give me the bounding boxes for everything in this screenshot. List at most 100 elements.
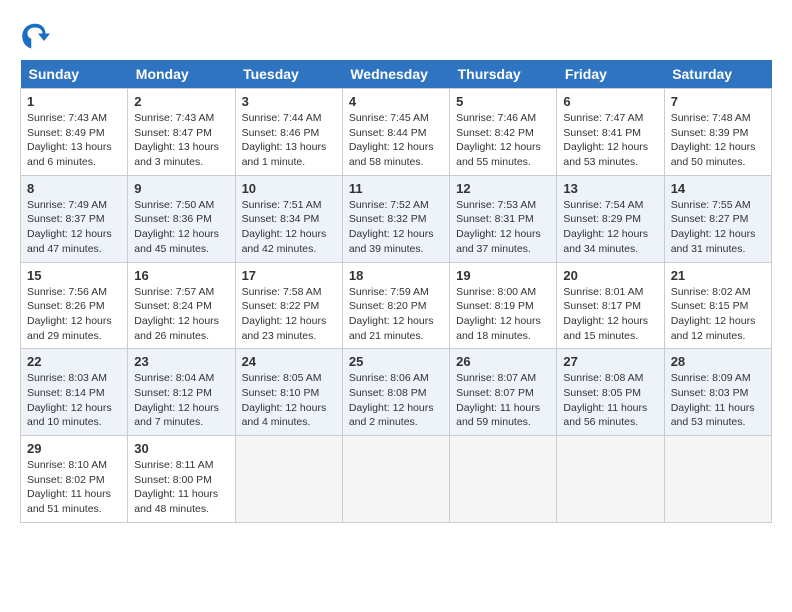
day-number: 29 bbox=[27, 441, 121, 456]
calendar-cell: 8 Sunrise: 7:49 AMSunset: 8:37 PMDaylight… bbox=[21, 175, 128, 262]
calendar-cell: 11 Sunrise: 7:52 AMSunset: 8:32 PMDayligh… bbox=[342, 175, 449, 262]
calendar-cell: 7Sunrise: 7:48 AMSunset: 8:39 PMDaylight… bbox=[664, 89, 771, 176]
day-number: 21 bbox=[671, 268, 765, 283]
calendar-cell: 6Sunrise: 7:47 AMSunset: 8:41 PMDaylight… bbox=[557, 89, 664, 176]
day-info: Sunrise: 7:53 AMSunset: 8:31 PMDaylight:… bbox=[456, 198, 550, 257]
calendar-cell: 28 Sunrise: 8:09 AMSunset: 8:03 PMDayligh… bbox=[664, 349, 771, 436]
day-number: 20 bbox=[563, 268, 657, 283]
header-thursday: Thursday bbox=[450, 60, 557, 89]
day-info: Sunrise: 7:46 AMSunset: 8:42 PMDaylight:… bbox=[456, 111, 550, 170]
day-info: Sunrise: 8:01 AMSunset: 8:17 PMDaylight:… bbox=[563, 285, 657, 344]
day-info: Sunrise: 8:03 AMSunset: 8:14 PMDaylight:… bbox=[27, 371, 121, 430]
calendar-cell bbox=[235, 436, 342, 523]
calendar-week-3: 15 Sunrise: 7:56 AMSunset: 8:26 PMDayligh… bbox=[21, 262, 772, 349]
day-number: 12 bbox=[456, 181, 550, 196]
calendar-cell bbox=[450, 436, 557, 523]
day-number: 19 bbox=[456, 268, 550, 283]
day-number: 9 bbox=[134, 181, 228, 196]
calendar-cell bbox=[664, 436, 771, 523]
day-info: Sunrise: 7:49 AMSunset: 8:37 PMDaylight:… bbox=[27, 198, 121, 257]
day-info: Sunrise: 8:06 AMSunset: 8:08 PMDaylight:… bbox=[349, 371, 443, 430]
day-number: 15 bbox=[27, 268, 121, 283]
calendar-table: SundayMondayTuesdayWednesdayThursdayFrid… bbox=[20, 60, 772, 523]
day-number: 10 bbox=[242, 181, 336, 196]
day-info: Sunrise: 7:44 AMSunset: 8:46 PMDaylight:… bbox=[242, 111, 336, 170]
calendar-cell: 4 Sunrise: 7:45 AMSunset: 8:44 PMDaylight… bbox=[342, 89, 449, 176]
header-monday: Monday bbox=[128, 60, 235, 89]
day-info: Sunrise: 8:05 AMSunset: 8:10 PMDaylight:… bbox=[242, 371, 336, 430]
header-saturday: Saturday bbox=[664, 60, 771, 89]
day-info: Sunrise: 7:56 AMSunset: 8:26 PMDaylight:… bbox=[27, 285, 121, 344]
calendar-cell: 18 Sunrise: 7:59 AMSunset: 8:20 PMDayligh… bbox=[342, 262, 449, 349]
calendar-cell: 9 Sunrise: 7:50 AMSunset: 8:36 PMDaylight… bbox=[128, 175, 235, 262]
day-number: 24 bbox=[242, 354, 336, 369]
day-number: 6 bbox=[563, 94, 657, 109]
day-number: 14 bbox=[671, 181, 765, 196]
calendar-cell: 15 Sunrise: 7:56 AMSunset: 8:26 PMDayligh… bbox=[21, 262, 128, 349]
day-info: Sunrise: 8:00 AMSunset: 8:19 PMDaylight:… bbox=[456, 285, 550, 344]
day-info: Sunrise: 7:43 AMSunset: 8:49 PMDaylight:… bbox=[27, 111, 121, 170]
day-info: Sunrise: 7:51 AMSunset: 8:34 PMDaylight:… bbox=[242, 198, 336, 257]
logo-icon bbox=[20, 20, 50, 50]
day-info: Sunrise: 7:59 AMSunset: 8:20 PMDaylight:… bbox=[349, 285, 443, 344]
day-number: 1 bbox=[27, 94, 121, 109]
calendar-cell bbox=[557, 436, 664, 523]
calendar-cell: 17 Sunrise: 7:58 AMSunset: 8:22 PMDayligh… bbox=[235, 262, 342, 349]
day-info: Sunrise: 7:52 AMSunset: 8:32 PMDaylight:… bbox=[349, 198, 443, 257]
calendar-week-2: 8 Sunrise: 7:49 AMSunset: 8:37 PMDaylight… bbox=[21, 175, 772, 262]
day-info: Sunrise: 7:57 AMSunset: 8:24 PMDaylight:… bbox=[134, 285, 228, 344]
day-number: 13 bbox=[563, 181, 657, 196]
calendar-cell: 25 Sunrise: 8:06 AMSunset: 8:08 PMDayligh… bbox=[342, 349, 449, 436]
day-number: 17 bbox=[242, 268, 336, 283]
calendar-cell: 13 Sunrise: 7:54 AMSunset: 8:29 PMDayligh… bbox=[557, 175, 664, 262]
day-number: 2 bbox=[134, 94, 228, 109]
calendar-cell: 1 Sunrise: 7:43 AMSunset: 8:49 PMDaylight… bbox=[21, 89, 128, 176]
day-number: 30 bbox=[134, 441, 228, 456]
calendar-week-5: 29 Sunrise: 8:10 AMSunset: 8:02 PMDayligh… bbox=[21, 436, 772, 523]
calendar-cell: 27 Sunrise: 8:08 AMSunset: 8:05 PMDayligh… bbox=[557, 349, 664, 436]
day-info: Sunrise: 7:54 AMSunset: 8:29 PMDaylight:… bbox=[563, 198, 657, 257]
day-number: 7 bbox=[671, 94, 765, 109]
calendar-cell: 10 Sunrise: 7:51 AMSunset: 8:34 PMDayligh… bbox=[235, 175, 342, 262]
day-info: Sunrise: 8:07 AMSunset: 8:07 PMDaylight:… bbox=[456, 371, 550, 430]
calendar-cell: 20 Sunrise: 8:01 AMSunset: 8:17 PMDayligh… bbox=[557, 262, 664, 349]
day-info: Sunrise: 8:08 AMSunset: 8:05 PMDaylight:… bbox=[563, 371, 657, 430]
header-friday: Friday bbox=[557, 60, 664, 89]
day-number: 25 bbox=[349, 354, 443, 369]
day-number: 28 bbox=[671, 354, 765, 369]
day-number: 27 bbox=[563, 354, 657, 369]
calendar-cell: 12 Sunrise: 7:53 AMSunset: 8:31 PMDayligh… bbox=[450, 175, 557, 262]
day-info: Sunrise: 7:55 AMSunset: 8:27 PMDaylight:… bbox=[671, 198, 765, 257]
header-wednesday: Wednesday bbox=[342, 60, 449, 89]
calendar-cell bbox=[342, 436, 449, 523]
day-number: 4 bbox=[349, 94, 443, 109]
calendar-cell: 26Sunrise: 8:07 AMSunset: 8:07 PMDayligh… bbox=[450, 349, 557, 436]
day-number: 8 bbox=[27, 181, 121, 196]
day-info: Sunrise: 8:09 AMSunset: 8:03 PMDaylight:… bbox=[671, 371, 765, 430]
logo bbox=[20, 20, 54, 50]
calendar-cell: 2Sunrise: 7:43 AMSunset: 8:47 PMDaylight… bbox=[128, 89, 235, 176]
calendar-cell: 14 Sunrise: 7:55 AMSunset: 8:27 PMDayligh… bbox=[664, 175, 771, 262]
day-number: 3 bbox=[242, 94, 336, 109]
header-sunday: Sunday bbox=[21, 60, 128, 89]
day-number: 18 bbox=[349, 268, 443, 283]
page-header bbox=[20, 20, 772, 50]
day-number: 5 bbox=[456, 94, 550, 109]
calendar-cell: 22 Sunrise: 8:03 AMSunset: 8:14 PMDayligh… bbox=[21, 349, 128, 436]
calendar-cell: 23Sunrise: 8:04 AMSunset: 8:12 PMDayligh… bbox=[128, 349, 235, 436]
day-info: Sunrise: 7:50 AMSunset: 8:36 PMDaylight:… bbox=[134, 198, 228, 257]
day-number: 23 bbox=[134, 354, 228, 369]
day-number: 11 bbox=[349, 181, 443, 196]
calendar-cell: 5 Sunrise: 7:46 AMSunset: 8:42 PMDaylight… bbox=[450, 89, 557, 176]
day-info: Sunrise: 8:02 AMSunset: 8:15 PMDaylight:… bbox=[671, 285, 765, 344]
calendar-week-4: 22 Sunrise: 8:03 AMSunset: 8:14 PMDayligh… bbox=[21, 349, 772, 436]
calendar-cell: 29 Sunrise: 8:10 AMSunset: 8:02 PMDayligh… bbox=[21, 436, 128, 523]
calendar-header-row: SundayMondayTuesdayWednesdayThursdayFrid… bbox=[21, 60, 772, 89]
calendar-cell: 30Sunrise: 8:11 AMSunset: 8:00 PMDayligh… bbox=[128, 436, 235, 523]
day-info: Sunrise: 7:58 AMSunset: 8:22 PMDaylight:… bbox=[242, 285, 336, 344]
calendar-cell: 21 Sunrise: 8:02 AMSunset: 8:15 PMDayligh… bbox=[664, 262, 771, 349]
calendar-cell: 3 Sunrise: 7:44 AMSunset: 8:46 PMDaylight… bbox=[235, 89, 342, 176]
day-number: 22 bbox=[27, 354, 121, 369]
day-info: Sunrise: 8:10 AMSunset: 8:02 PMDaylight:… bbox=[27, 458, 121, 517]
day-info: Sunrise: 7:45 AMSunset: 8:44 PMDaylight:… bbox=[349, 111, 443, 170]
